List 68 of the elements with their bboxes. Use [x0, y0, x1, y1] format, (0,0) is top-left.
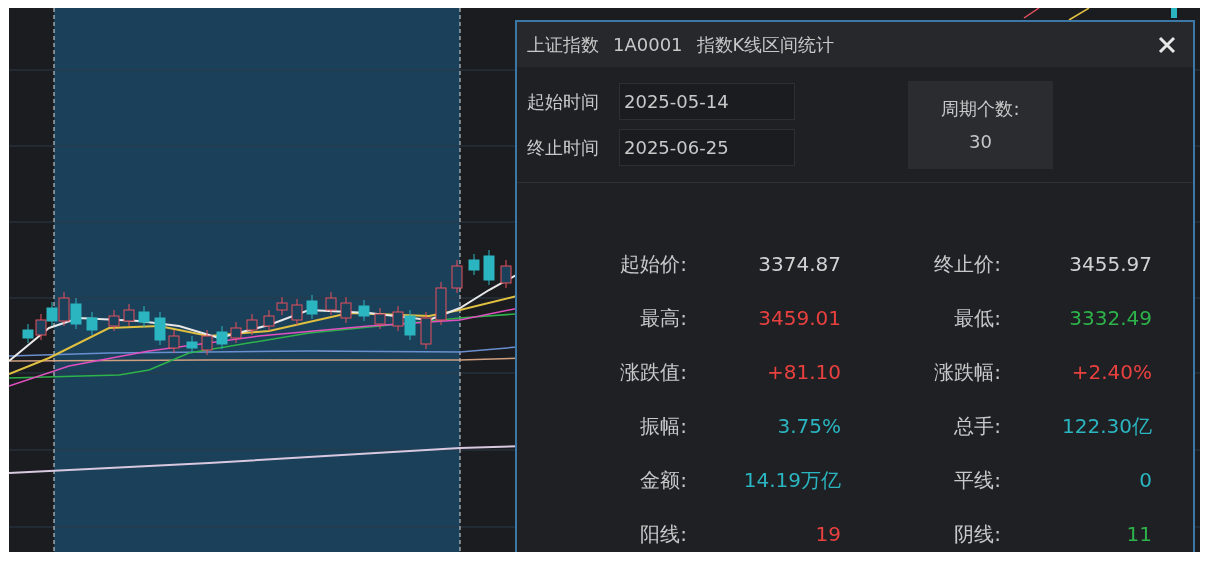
stat-label: 金额: [639, 467, 687, 494]
candlestick [123, 303, 135, 327]
candlestick [276, 296, 288, 316]
moving-average-line [1023, 8, 1040, 19]
stat-value: 14.19万亿 [742, 467, 841, 494]
candlestick [22, 323, 34, 344]
stat-value: 0 [1138, 467, 1152, 494]
stat-value: 3455.97 [1068, 251, 1152, 278]
candlestick [35, 313, 47, 341]
candlestick [468, 253, 480, 276]
stat-label: 起始价: [619, 251, 687, 278]
period-label: 周期个数: [941, 97, 1020, 121]
candlestick [325, 291, 337, 316]
stat-label: 平线: [953, 467, 1001, 494]
field-label: 终止时间 [527, 136, 599, 160]
stat-label: 涨跌值: [619, 359, 687, 386]
candlestick [154, 311, 166, 346]
candlestick [58, 291, 70, 327]
candlestick [404, 309, 416, 341]
stat-value: +81.10 [766, 359, 841, 386]
field-label: 起始时间 [527, 90, 599, 114]
candlestick [306, 294, 318, 320]
dialog-title: 上证指数 [527, 33, 599, 57]
candlestick [451, 259, 463, 294]
candlestick [435, 281, 447, 326]
candlestick [374, 307, 386, 330]
stat-value: 3459.01 [757, 305, 841, 332]
candlestick [291, 298, 303, 326]
stat-label: 振幅: [639, 413, 687, 440]
candlestick [246, 313, 258, 336]
candlestick [483, 249, 495, 286]
stat-label: 涨跌幅: [933, 359, 1001, 386]
candlestick [420, 311, 432, 350]
stat-label: 阴线: [953, 521, 1001, 548]
candlestick [70, 297, 82, 330]
input-field[interactable]: 2025-06-25 [619, 129, 795, 166]
candlestick [138, 305, 150, 328]
stat-label: 最高: [639, 305, 687, 332]
candlestick [108, 309, 120, 332]
period-value: 30 [969, 130, 992, 154]
candlestick [216, 325, 228, 350]
dialog-title: 指数K线区间统计 [696, 33, 835, 57]
stat-label: 终止价: [933, 251, 1001, 278]
candlestick [500, 259, 512, 289]
dialog-title: 1A0001 [613, 33, 683, 57]
candlestick [201, 329, 213, 356]
candlestick [1171, 8, 1177, 18]
candlestick [392, 305, 404, 332]
input-field[interactable]: 2025-05-14 [619, 83, 795, 120]
candlestick [263, 309, 275, 332]
stat-value: 11 [1125, 521, 1152, 548]
candlestick [86, 311, 98, 336]
stat-value: 3374.87 [757, 251, 841, 278]
stat-label: 总手: [953, 413, 1001, 440]
stat-value: 19 [814, 521, 841, 548]
stat-value: 3332.49 [1068, 305, 1152, 332]
moving-average-line [1068, 8, 1090, 21]
stat-value: 122.30亿 [1061, 413, 1152, 440]
stat-value: +2.40% [1070, 359, 1152, 386]
candlestick [340, 296, 352, 324]
candlestick [46, 301, 58, 327]
stat-value: 3.75% [776, 413, 841, 440]
candlestick [186, 335, 198, 354]
candlestick [230, 321, 242, 344]
candlestick [358, 299, 370, 322]
stat-label: 最低: [953, 305, 1001, 332]
stat-label: 阳线: [639, 521, 687, 548]
candlestick [168, 329, 180, 354]
